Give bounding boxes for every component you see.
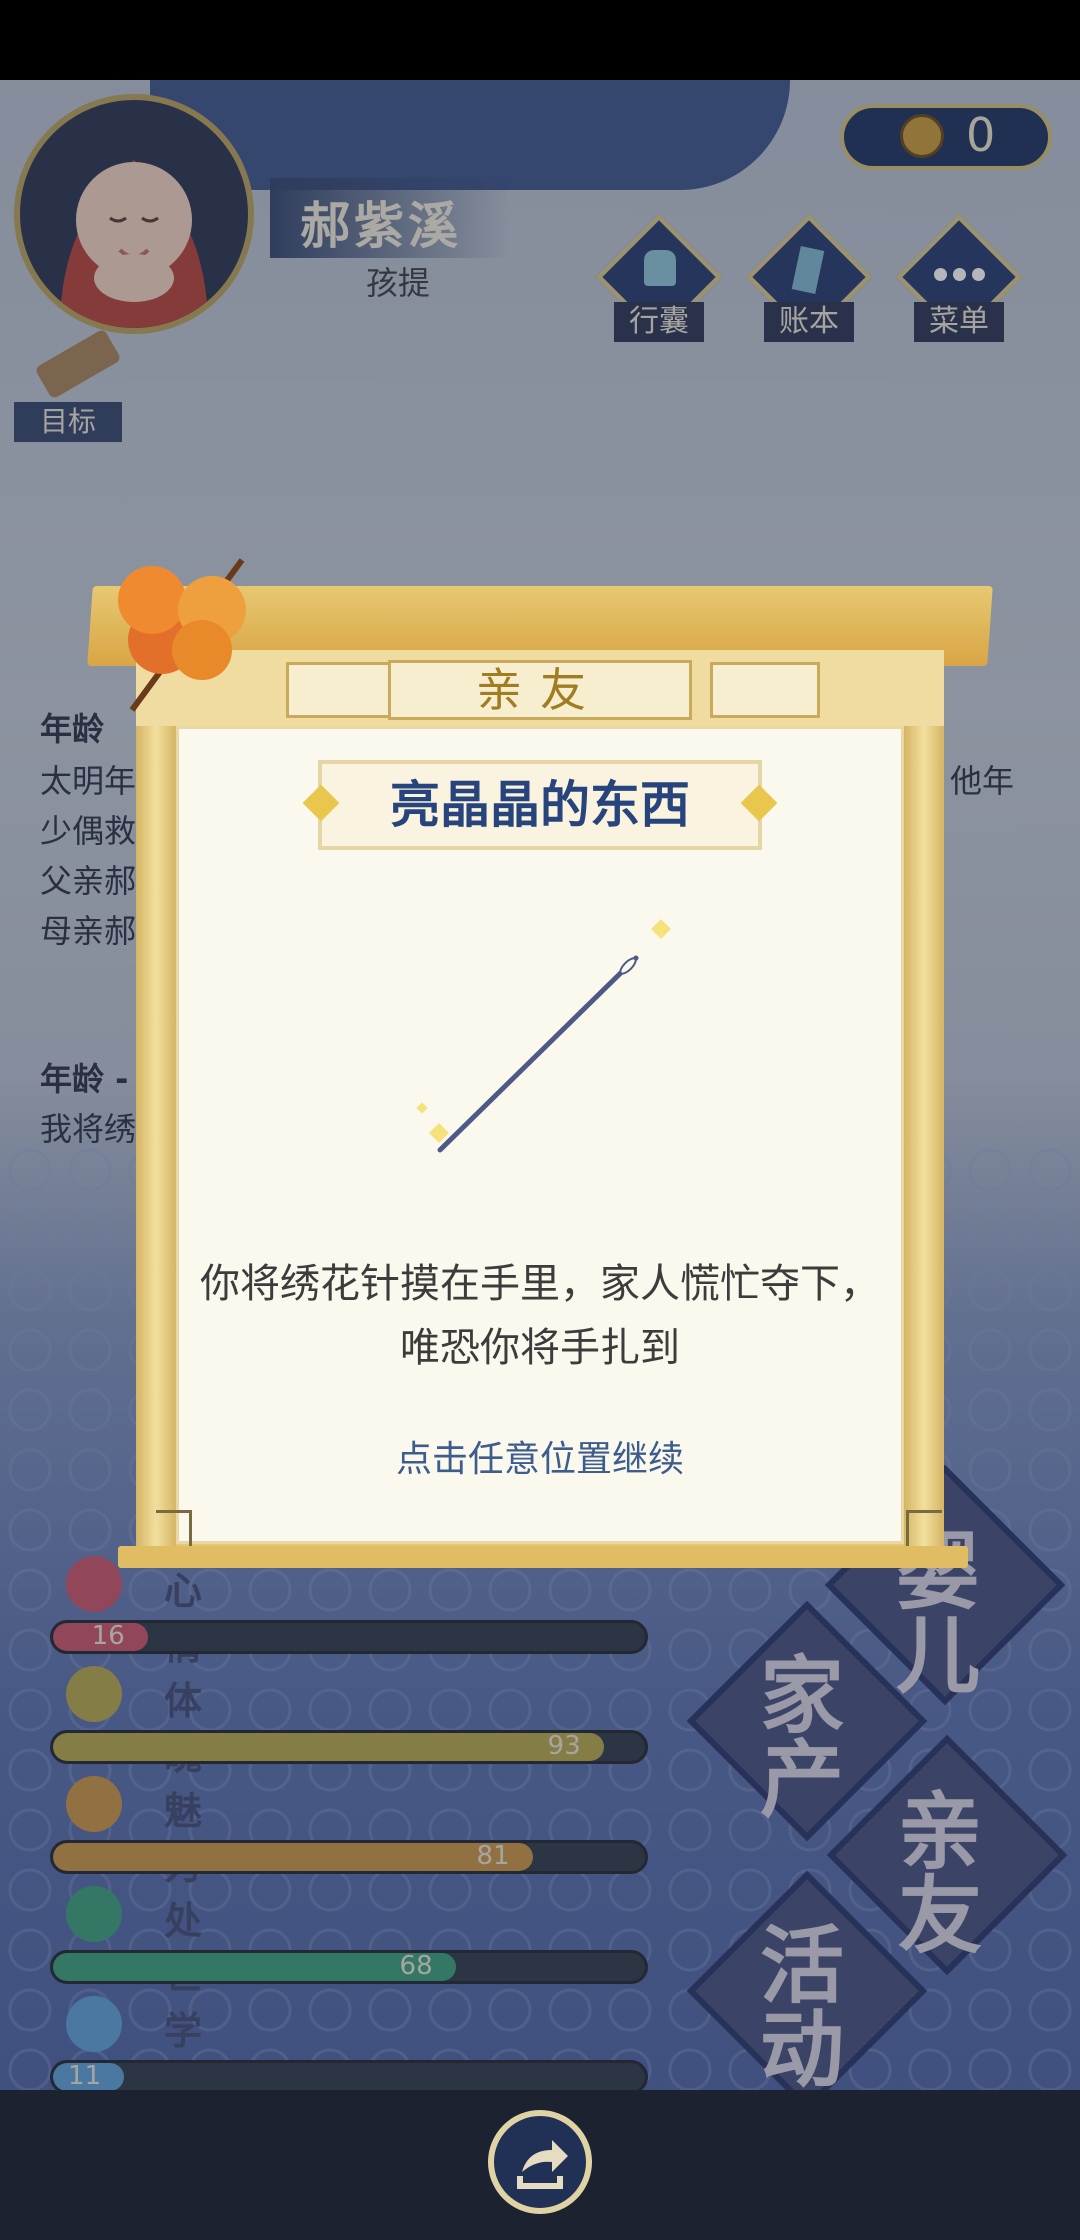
modal-header-panel-left	[286, 662, 396, 718]
modal-pillar-left	[136, 726, 176, 1556]
modal-base	[118, 1546, 968, 1568]
modal-title-plate: 亮晶晶的东西	[318, 760, 762, 850]
modal-category-tag: 亲友	[388, 660, 692, 720]
candied-haws-icon	[118, 558, 246, 712]
modal-category-label: 亲友	[476, 663, 604, 717]
modal-corner-ornament	[156, 1510, 192, 1546]
continue-hint[interactable]: 点击任意位置继续	[176, 1430, 904, 1482]
modal-title: 亮晶晶的东西	[390, 776, 690, 834]
share-button[interactable]	[488, 2110, 592, 2214]
share-icon	[517, 2140, 568, 2189]
status-bar	[0, 0, 1080, 80]
modal-message: 你将绣花针摸在手里，家人慌忙夺下，唯恐你将手扎到	[200, 1261, 880, 1371]
modal-pillar-right	[904, 726, 944, 1556]
modal-corner-ornament	[906, 1510, 942, 1546]
needle-icon	[416, 919, 671, 1153]
modal-header-panel-right	[710, 662, 820, 718]
